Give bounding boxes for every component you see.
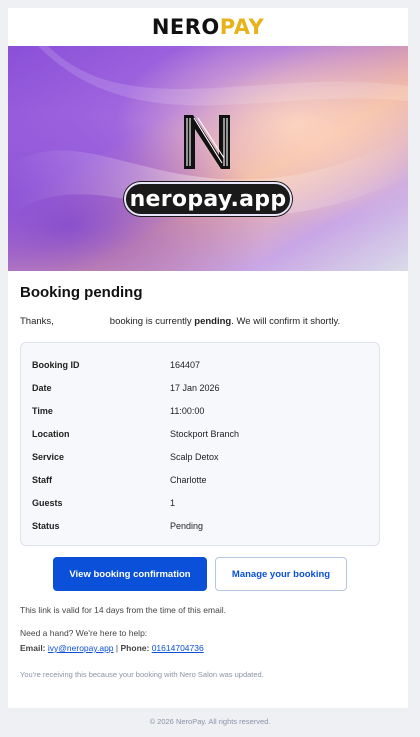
detail-row: Date 17 Jan 2026 [32, 382, 220, 393]
validity-note: This link is valid for 14 days from the … [20, 605, 226, 615]
detail-row: Guests 1 [32, 497, 176, 508]
intro-text: Thanks, booking is currently pending. We … [20, 316, 341, 327]
booking-message: Booking pending Thanks, booking is curren… [20, 284, 380, 327]
booking-details-table: Booking ID 164407 Date 17 Jan 2026 Time 11:… [20, 342, 380, 546]
contact-line: Email: ivy@neropay.app | Phone: 01614704… [20, 643, 204, 653]
detail-row: Status Pending [32, 520, 204, 531]
manage-booking-button[interactable]: Manage your booking [215, 557, 347, 591]
site-pill: neropay.app [124, 182, 292, 216]
help-text: Need a hand? We're here to help: [20, 628, 148, 638]
detail-row: Booking ID 164407 [32, 359, 201, 370]
hero-banner: neropay.app [8, 46, 408, 271]
page-title: Booking pending [20, 284, 143, 301]
detail-row: Time 11:00:00 [32, 405, 205, 416]
detail-row: Staff Charlotte [32, 474, 207, 485]
detail-row: Location Stockport Branch [32, 428, 240, 439]
hero-gradient-art [8, 46, 408, 271]
phone-link[interactable]: 01614704736 [152, 643, 204, 653]
email-link[interactable]: ivy@neropay.app [48, 643, 114, 653]
detail-row: Service Scalp Detox [32, 451, 219, 462]
status-word: pending [194, 316, 232, 327]
neropay-logo: NEROPAY [151, 15, 265, 39]
email-header: NEROPAY [8, 8, 408, 46]
fine-print: You're receiving this because your booki… [20, 670, 264, 679]
view-booking-confirmation-button[interactable]: View booking confirmation [53, 557, 207, 591]
copyright-footer: © 2026 NeroPay. All rights reserved. [149, 717, 271, 726]
